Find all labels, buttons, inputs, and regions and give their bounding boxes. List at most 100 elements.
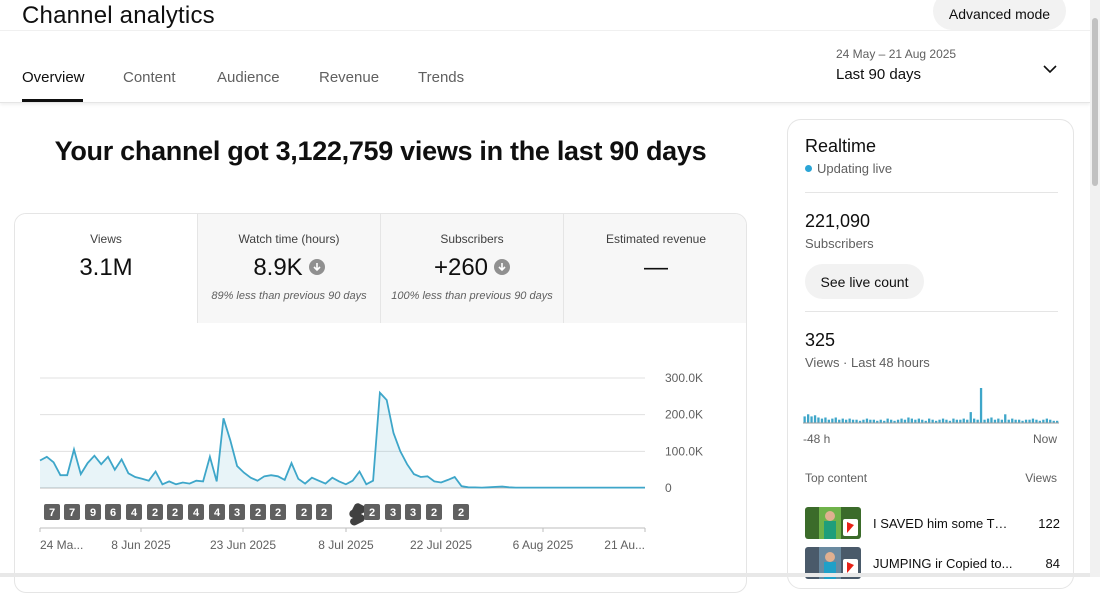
- realtime-views-count: 325: [805, 330, 836, 350]
- upload-marker-count: 2: [152, 507, 158, 519]
- upload-marker: 2: [316, 504, 332, 520]
- realtime-bar: [962, 418, 965, 423]
- page-scrollbar[interactable]: [1090, 0, 1100, 577]
- top-content-views-header: Views: [1025, 471, 1057, 485]
- top-content-row[interactable]: I SAVED him some TOILET... 122: [805, 507, 1060, 541]
- metric-subscribers[interactable]: Subscribers +260 100% less than previous…: [381, 214, 564, 323]
- realtime-axis-end: Now: [1032, 432, 1057, 446]
- tab-trends[interactable]: Trends: [418, 69, 464, 86]
- metric-label: Estimated revenue: [605, 232, 707, 246]
- tab-overview[interactable]: Overview: [22, 69, 85, 86]
- y-tick-label: 0: [665, 481, 672, 495]
- realtime-bar: [907, 417, 910, 423]
- x-tick-label: 8 Jun 2025: [111, 538, 171, 552]
- realtime-bar: [928, 418, 931, 423]
- metric-value: +260: [433, 254, 489, 281]
- video-views: 84: [1045, 556, 1060, 571]
- x-tick-label: 6 Aug 2025: [513, 538, 574, 552]
- realtime-bar: [1011, 418, 1014, 423]
- realtime-card: Realtime Updating live 221,090 Subscribe…: [787, 119, 1074, 589]
- realtime-title: Realtime: [805, 136, 877, 156]
- upload-marker: 4: [126, 504, 142, 520]
- realtime-bar: [817, 417, 820, 423]
- realtime-views-label: Views · Last 48 hours: [805, 355, 930, 370]
- x-tick-label: 8 Jul 2025: [318, 538, 374, 552]
- views-line-chart: 300.0K 200.0K 100.0K 0 7 7 9 6 4 2 2 4 4 3 2 2 2 2 2 3 3 2 2 24…: [39, 371, 703, 552]
- advanced-mode-button[interactable]: Advanced mode: [933, 0, 1066, 30]
- upload-marker: 3: [405, 504, 421, 520]
- active-tab-indicator: [22, 99, 83, 102]
- scrollbar-thumb[interactable]: [1092, 18, 1098, 186]
- metric-value-wrap: 8.9K: [198, 254, 380, 282]
- date-range-text[interactable]: 24 May – 21 Aug 2025: [836, 47, 956, 61]
- realtime-bar: [813, 415, 817, 423]
- views-chart[interactable]: 300.0K 200.0K 100.0K 0 7 7 9 6 4 2 2 4 4 3 2 2 2 2 2 3 3 2 2 24…: [15, 323, 746, 592]
- x-tick-label: 22 Jul 2025: [410, 538, 472, 552]
- live-dot-icon: [805, 165, 812, 173]
- video-title[interactable]: I SAVED him some TOILET...: [873, 516, 1013, 531]
- upload-marker-count: 2: [301, 507, 307, 519]
- upload-marker: 7: [44, 504, 60, 520]
- upload-marker-count: 3: [234, 507, 240, 519]
- realtime-bar: [997, 418, 1000, 423]
- chevron-down-icon[interactable]: [1041, 60, 1059, 78]
- realtime-bar: [979, 388, 983, 423]
- metric-views[interactable]: Views 3.1M: [15, 214, 198, 323]
- realtime-bar: [820, 418, 824, 423]
- upload-marker-count: 2: [255, 507, 261, 519]
- realtime-status: Updating live: [805, 161, 892, 176]
- upload-marker: 2: [364, 504, 380, 520]
- upload-marker-count: 6: [110, 507, 116, 519]
- upload-marker-count: 7: [69, 507, 75, 519]
- metric-label: Views: [90, 232, 122, 246]
- tab-audience[interactable]: Audience: [217, 69, 280, 86]
- video-title[interactable]: JUMPING ir Copied 󠁧to...: [873, 556, 1013, 571]
- realtime-bar: [1031, 418, 1035, 423]
- bottom-edge: [0, 573, 1090, 577]
- upload-marker-count: 2: [172, 507, 178, 519]
- upload-marker: 2: [147, 504, 163, 520]
- upload-marker-count: 9: [90, 507, 96, 519]
- tab-content[interactable]: Content: [123, 69, 176, 86]
- realtime-bar: [1045, 418, 1048, 423]
- upload-marker: 7: [64, 504, 80, 520]
- video-thumbnail: [805, 507, 861, 539]
- upload-marker-count: 2: [321, 507, 327, 519]
- see-live-count-button[interactable]: See live count: [805, 264, 924, 299]
- realtime-bar: [941, 418, 945, 423]
- upload-marker: 2: [453, 504, 469, 520]
- arrow-down-icon: [494, 258, 511, 275]
- realtime-bar: [900, 418, 903, 423]
- realtime-bar: [910, 418, 913, 423]
- realtime-bar: [810, 416, 813, 423]
- series-line: [39, 390, 645, 489]
- tab-revenue[interactable]: Revenue: [319, 69, 379, 86]
- shorts-icon: [349, 503, 366, 526]
- x-tick-label: 21 Au...: [604, 538, 645, 552]
- realtime-bar: [969, 412, 972, 423]
- metric-value-wrap: +260: [381, 254, 563, 282]
- realtime-bar: [865, 418, 869, 423]
- y-tick-label: 200.0K: [665, 408, 703, 422]
- metric-watch-time[interactable]: Watch time (hours) 8.9K 89% less than pr…: [198, 214, 381, 323]
- metric-label: Watch time (hours): [238, 232, 340, 246]
- overview-chart-card: Views 3.1M Watch time (hours) 8.9K 89% l…: [14, 213, 747, 593]
- metric-estimated-revenue[interactable]: Estimated revenue —: [564, 214, 746, 323]
- divider: [805, 192, 1058, 193]
- upload-marker: 9: [85, 504, 101, 520]
- upload-marker: 2: [167, 504, 183, 520]
- realtime-bar-chart[interactable]: [803, 380, 1059, 425]
- upload-marker: 2: [250, 504, 266, 520]
- realtime-bar: [824, 417, 827, 423]
- page-title: Channel analytics: [22, 2, 215, 29]
- video-views: 122: [1038, 516, 1060, 531]
- top-bar: Channel analytics Advanced mode: [0, 0, 1090, 31]
- upload-marker-count: 4: [214, 507, 221, 519]
- upload-marker: 4: [188, 504, 204, 520]
- arrow-down-icon: [308, 258, 325, 275]
- upload-marker-count: 3: [410, 507, 416, 519]
- subscriber-count: 221,090: [805, 211, 871, 231]
- date-range-label[interactable]: Last 90 days: [836, 66, 921, 83]
- realtime-bar: [952, 418, 955, 423]
- realtime-bar: [841, 418, 844, 423]
